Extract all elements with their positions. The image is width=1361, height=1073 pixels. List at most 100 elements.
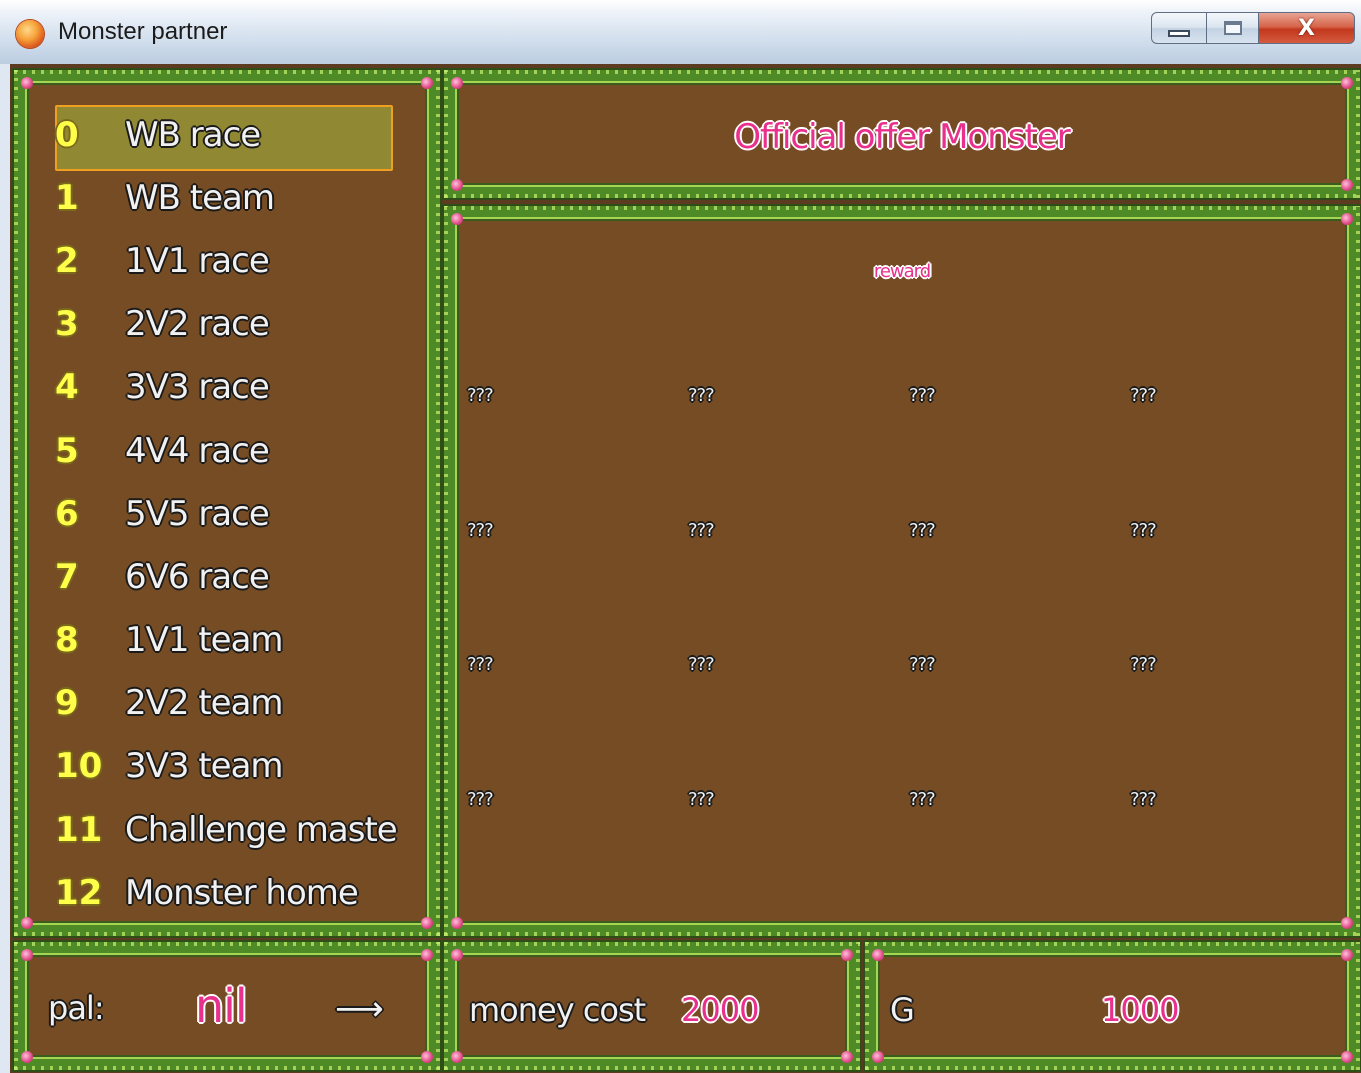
menu-item-label: 5V5 race [125,493,270,534]
reward-slot[interactable]: ??? [467,654,494,675]
menu-item-number: 6 [55,493,79,534]
reward-slot[interactable]: ??? [909,385,936,406]
menu-item[interactable]: 4 3V3 race [41,356,421,419]
menu-item[interactable]: 0 WB race [41,103,421,172]
reward-slot[interactable]: ??? [1130,385,1157,406]
rose-ornament-icon [451,213,463,225]
rose-ornament-icon [1341,77,1353,89]
menu-item-label: 3V3 race [125,367,270,408]
menu-item-label: Monster home [125,872,359,913]
close-button[interactable]: X [1259,12,1355,44]
rose-ornament-icon [21,949,33,961]
rose-ornament-icon [872,949,884,961]
rose-ornament-icon [451,917,463,929]
rose-ornament-icon [1341,213,1353,225]
money-cost-label: money cost [469,991,646,1029]
header-panel: Official offer Monster [444,70,1360,198]
mode-menu-panel: 0 WB race 1 WB team 2 1V1 race 3 2V2 race 4 3V3 r… [14,70,440,936]
maximize-button[interactable] [1207,12,1259,44]
reward-slot[interactable]: ??? [909,520,936,541]
reward-slot[interactable]: ??? [1130,654,1157,675]
rose-ornament-icon [841,1051,853,1063]
gold-label: G [890,991,915,1029]
close-icon: X [1298,15,1315,41]
reward-slot[interactable]: ??? [1130,789,1157,810]
menu-item[interactable]: 9 2V2 team [41,672,421,735]
menu-item[interactable]: 2 1V1 race [41,229,421,292]
menu-item-number: 12 [55,872,103,913]
menu-item-label: 2V2 race [125,304,270,345]
rose-ornament-icon [841,949,853,961]
rose-ornament-icon [1341,949,1353,961]
reward-slot[interactable]: ??? [688,654,715,675]
reward-slot[interactable]: ??? [467,789,494,810]
menu-item-number: 3 [55,304,79,345]
menu-item[interactable]: 3 2V2 race [41,293,421,356]
menu-item-label: Challenge maste [125,809,398,850]
menu-item-number: 11 [55,809,103,850]
reward-slot[interactable]: ??? [688,520,715,541]
rose-ornament-icon [451,1051,463,1063]
rose-ornament-icon [421,77,433,89]
menu-item-number: 4 [55,367,79,408]
reward-slot[interactable]: ??? [467,520,494,541]
reward-panel: reward ?????????????????????????????????… [444,206,1360,936]
rose-ornament-icon [451,77,463,89]
maximize-icon [1223,21,1242,35]
menu-item-number: 2 [55,240,79,281]
menu-item[interactable]: 12 Monster home [41,861,421,924]
window-controls: X [1151,12,1355,44]
rose-ornament-icon [872,1051,884,1063]
menu-item[interactable]: 11 Challenge maste [41,798,421,861]
reward-slot[interactable]: ??? [909,789,936,810]
rose-ornament-icon [421,917,433,929]
money-cost-panel: money cost 2000 [444,942,860,1070]
menu-item[interactable]: 8 1V1 team [41,609,421,672]
rose-ornament-icon [1341,917,1353,929]
arrow-right-icon[interactable]: ⟶ [335,989,384,1029]
pal-value: nil [195,979,248,1033]
reward-slot[interactable]: ??? [688,789,715,810]
menu-item[interactable]: 6 5V5 race [41,482,421,545]
menu-item-number: 5 [55,430,79,471]
window-title: Monster partner [58,18,228,45]
menu-item-number: 0 [55,114,79,155]
menu-item[interactable]: 7 6V6 race [41,545,421,608]
game-area: 0 WB race 1 WB team 2 1V1 race 3 2V2 race 4 3V3 r… [10,64,1361,1073]
app-icon [16,20,44,48]
pal-panel: pal: nil ⟶ [14,942,440,1070]
minimize-icon [1168,29,1190,37]
menu-item-label: 1V1 team [125,620,284,661]
menu-item-number: 7 [55,556,79,597]
rose-ornament-icon [451,179,463,191]
pal-label: pal: [48,989,105,1027]
mode-menu-list: 0 WB race 1 WB team 2 1V1 race 3 2V2 race 4 3V3 r… [41,103,421,924]
rose-ornament-icon [451,949,463,961]
gold-panel: G 1000 [865,942,1360,1070]
rose-ornament-icon [421,1051,433,1063]
gold-value: 1000 [1101,991,1179,1029]
reward-label: reward [873,261,931,282]
rose-ornament-icon [21,1051,33,1063]
reward-slot[interactable]: ??? [467,385,494,406]
rose-ornament-icon [1341,1051,1353,1063]
menu-item-label: 6V6 race [125,556,270,597]
menu-item[interactable]: 10 3V3 team [41,735,421,798]
menu-item[interactable]: 1 WB team [41,166,421,229]
reward-slot[interactable]: ??? [909,654,936,675]
minimize-button[interactable] [1151,12,1207,44]
menu-item[interactable]: 5 4V4 race [41,419,421,482]
menu-item-label: WB race [125,114,261,155]
rose-ornament-icon [421,949,433,961]
reward-slot[interactable]: ??? [688,385,715,406]
menu-item-label: 1V1 race [125,240,270,281]
reward-slot[interactable]: ??? [1130,520,1157,541]
menu-item-number: 1 [55,177,79,218]
menu-item-label: WB team [125,177,275,218]
menu-item-number: 9 [55,683,79,724]
menu-item-label: 2V2 team [125,683,284,724]
title-bar: Monster partner X [0,0,1361,64]
menu-item-label: 3V3 team [125,746,284,787]
rose-ornament-icon [21,917,33,929]
menu-item-number: 8 [55,620,79,661]
